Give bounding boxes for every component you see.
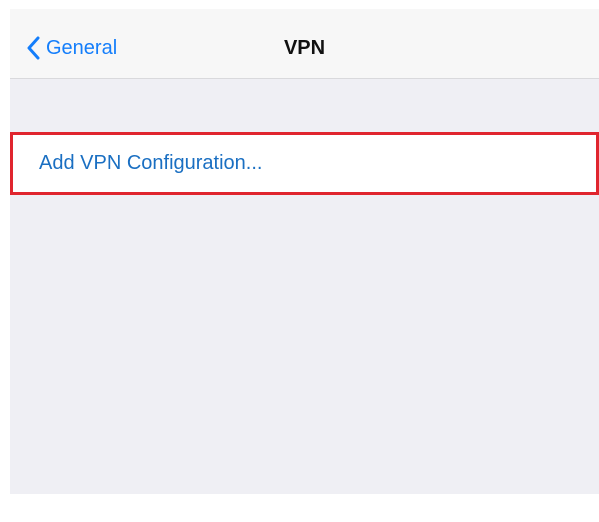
vpn-settings-screen: General VPN Add VPN Configuration... — [10, 9, 599, 494]
add-vpn-configuration-label: Add VPN Configuration... — [39, 152, 263, 174]
add-vpn-configuration-button[interactable]: Add VPN Configuration... — [10, 132, 599, 195]
navigation-bar: General VPN — [10, 9, 599, 79]
page-title: VPN — [283, 37, 326, 59]
